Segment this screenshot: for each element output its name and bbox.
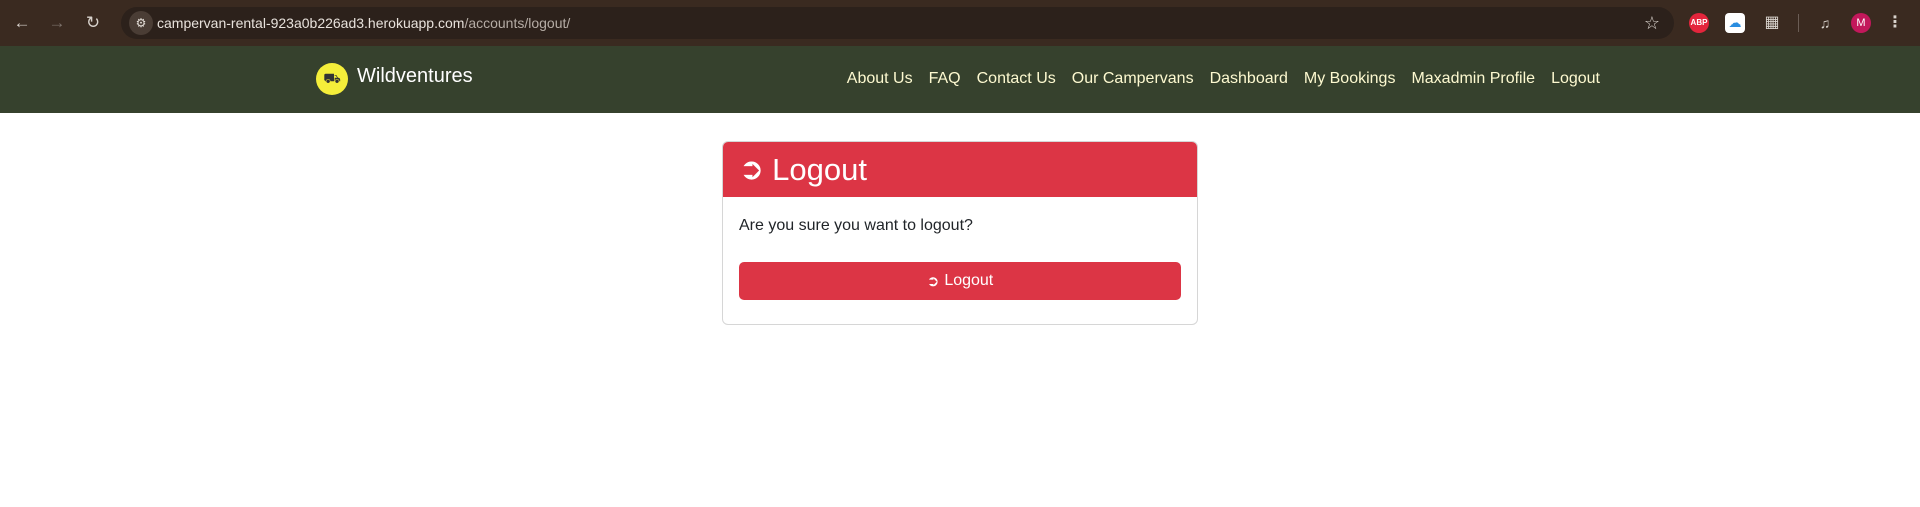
- nav-link-dashboard[interactable]: Dashboard: [1210, 70, 1288, 88]
- nav-link-about-us[interactable]: About Us: [847, 70, 913, 88]
- cloud-extension-icon[interactable]: ☁: [1725, 13, 1745, 33]
- confirm-question: Are you sure you want to logout?: [739, 217, 973, 234]
- back-arrow-icon[interactable]: ←: [10, 11, 34, 35]
- reload-icon[interactable]: ↻: [81, 11, 105, 35]
- logout-card-body: Are you sure you want to logout? ➲ Logou…: [723, 197, 1197, 320]
- extensions-puzzle-icon[interactable]: ▦: [1762, 13, 1782, 33]
- url-path: /accounts/logout/: [464, 15, 571, 31]
- url-text[interactable]: campervan-rental-923a0b226ad3.herokuapp.…: [157, 15, 570, 31]
- nav-links: About Us FAQ Contact Us Our Campervans D…: [831, 70, 1600, 88]
- logout-button-icon: ➲: [926, 273, 940, 290]
- adblock-extension-icon[interactable]: ABP: [1689, 13, 1709, 33]
- logout-icon: ➲: [739, 152, 765, 186]
- nav-link-my-bookings[interactable]: My Bookings: [1304, 70, 1396, 88]
- logout-button[interactable]: ➲ Logout: [739, 262, 1181, 300]
- url-host: campervan-rental-923a0b226ad3.herokuapp.…: [157, 15, 465, 31]
- toolbar-divider: [1798, 14, 1799, 32]
- media-controls-icon[interactable]: ♫: [1815, 13, 1835, 33]
- bookmark-star-icon[interactable]: ☆: [1644, 11, 1660, 35]
- nav-link-our-campervans[interactable]: Our Campervans: [1072, 70, 1194, 88]
- nav-link-faq[interactable]: FAQ: [929, 70, 961, 88]
- forward-arrow-icon[interactable]: →: [45, 11, 69, 35]
- brand-link[interactable]: ⛟ Wildventures: [316, 63, 473, 95]
- campervan-logo-icon: ⛟: [316, 63, 348, 95]
- logout-card-header: ➲ Logout: [723, 142, 1197, 197]
- logout-button-label: Logout: [944, 272, 994, 289]
- browser-toolbar: ← → ↻ ⚙ campervan-rental-923a0b226ad3.he…: [0, 0, 1920, 46]
- logout-card: ➲ Logout Are you sure you want to logout…: [722, 141, 1198, 325]
- nav-link-logout[interactable]: Logout: [1551, 70, 1600, 88]
- address-bar[interactable]: ⚙ campervan-rental-923a0b226ad3.herokuap…: [121, 7, 1674, 39]
- nav-link-contact-us[interactable]: Contact Us: [977, 70, 1056, 88]
- site-settings-icon[interactable]: ⚙: [129, 11, 153, 35]
- profile-avatar[interactable]: M: [1851, 13, 1871, 33]
- card-title: Logout: [772, 151, 867, 187]
- brand-name: Wildventures: [357, 64, 473, 87]
- site-navbar: ⛟ Wildventures About Us FAQ Contact Us O…: [0, 46, 1920, 113]
- kebab-menu-icon[interactable]: ⋮: [1885, 13, 1905, 33]
- nav-link-profile[interactable]: Maxadmin Profile: [1411, 70, 1535, 88]
